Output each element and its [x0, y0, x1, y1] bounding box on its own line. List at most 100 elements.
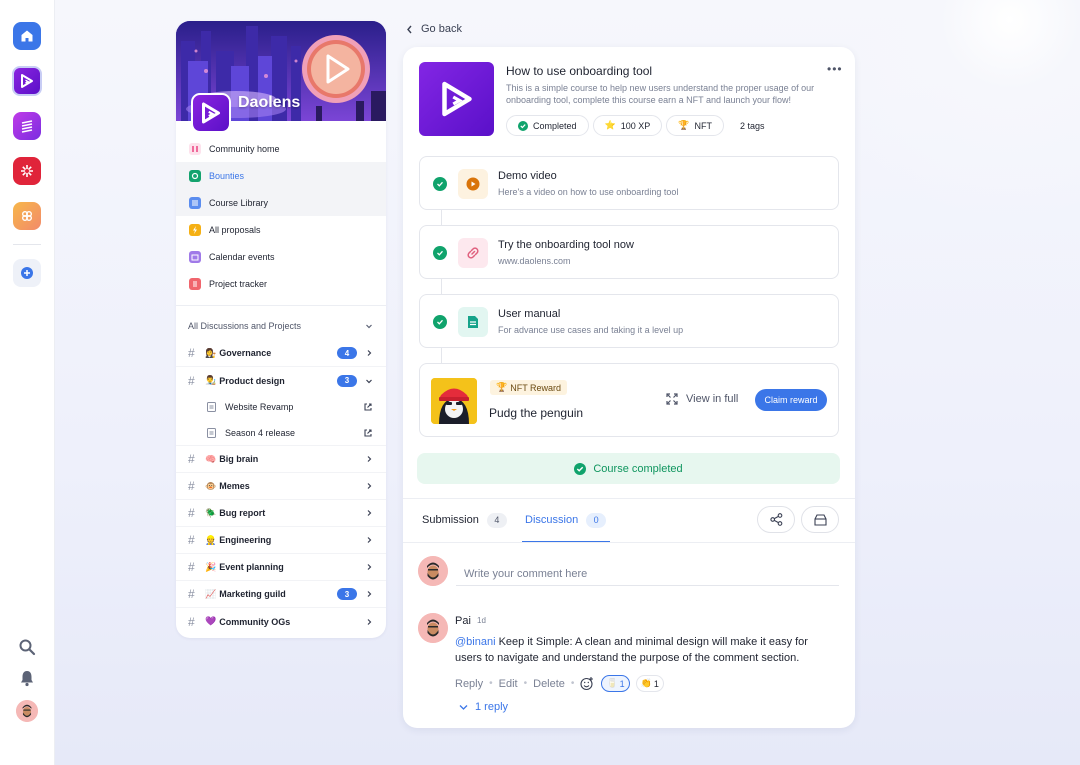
reply-button[interactable]: Reply	[455, 678, 483, 690]
delete-button[interactable]: Delete	[533, 678, 565, 690]
subpage-name: Season 4 release	[225, 427, 296, 438]
view-in-full-label: View in full	[686, 393, 739, 405]
reaction-milk[interactable]: 🥛 1	[601, 675, 630, 692]
reaction-count: 1	[653, 678, 659, 689]
hash-icon: #	[188, 560, 195, 574]
link-icon	[458, 238, 488, 268]
more-tags[interactable]: 2 tags	[728, 115, 777, 136]
channel-name: Bug report	[219, 508, 266, 518]
unread-badge: 3	[337, 374, 357, 387]
comment-timestamp: 1d	[477, 616, 486, 625]
check-circle-icon	[574, 462, 587, 475]
go-back-label: Go back	[421, 23, 462, 35]
menu-item-label: Course Library	[209, 197, 269, 208]
channel-engineering[interactable]: # 👷 Engineering	[176, 527, 386, 554]
chevron-left-icon	[407, 25, 412, 33]
subpage-name: Website Revamp	[225, 402, 294, 412]
menu-item-calendar-events[interactable]: Calendar events	[176, 243, 386, 270]
channel-marketing-guild[interactable]: # 📈 Marketing guild 3	[176, 581, 386, 608]
menu-item-all-proposals[interactable]: All proposals	[176, 216, 386, 243]
nft-image	[431, 378, 477, 424]
go-back-link[interactable]: Go back	[406, 23, 462, 35]
view-in-full-button[interactable]: View in full	[666, 393, 738, 405]
separator-dot: •	[523, 678, 528, 689]
channel-governance[interactable]: # 👩‍⚖️ Governance 4	[176, 340, 386, 367]
channel-big-brain[interactable]: # 🧠 Big brain	[176, 446, 386, 473]
discussions-section-header[interactable]: All Discussions and Projects	[176, 312, 386, 340]
hash-icon: #	[188, 506, 195, 520]
hash-icon: #	[188, 373, 195, 388]
tab-discussion[interactable]: Discussion 0	[525, 511, 607, 529]
comment-author[interactable]: Pai	[455, 615, 471, 627]
menu-item-course-library[interactable]: Course Library	[176, 189, 386, 216]
bell-icon[interactable]	[13, 664, 41, 692]
flower-community-icon[interactable]	[13, 202, 41, 230]
burst-community-icon[interactable]	[13, 157, 41, 185]
channel-bug-report[interactable]: # 🪲 Bug report	[176, 500, 386, 527]
view-replies-toggle[interactable]: 1 reply	[459, 701, 508, 713]
external-link-icon[interactable]	[363, 402, 373, 412]
menu-item-label: All proposals	[209, 224, 261, 235]
hash-icon: #	[188, 346, 195, 360]
more-options-icon[interactable]: •••	[827, 62, 843, 76]
community-name: Daolens	[238, 94, 301, 111]
tab-submission[interactable]: Submission 4	[422, 511, 507, 529]
add-community-button[interactable]	[13, 259, 41, 287]
step-subtitle: www.daolens.com	[498, 256, 571, 266]
separator-dot: •	[570, 678, 575, 689]
current-user-avatar	[418, 556, 448, 586]
external-link-icon[interactable]	[363, 428, 373, 438]
share-button[interactable]	[757, 506, 795, 533]
step-user-manual[interactable]: User manual For advance use cases and ta…	[419, 294, 839, 348]
channel-community-ogs[interactable]: # 💜 Community OGs	[176, 608, 386, 635]
trophy-icon: 🏆	[678, 120, 690, 130]
channel-memes[interactable]: # 🐵 Memes	[176, 473, 386, 500]
menu-item-project-tracker[interactable]: Project tracker	[176, 270, 386, 297]
hash-icon: #	[188, 587, 195, 601]
channel-name: Community OGs	[219, 616, 291, 627]
unread-badge: 4	[337, 347, 357, 359]
add-reaction-icon[interactable]	[580, 676, 595, 691]
layers-community-icon[interactable]	[13, 112, 41, 140]
tracker-icon	[189, 277, 201, 290]
step-title: User manual	[498, 308, 561, 320]
home-icon[interactable]	[13, 22, 41, 50]
tab-count: 4	[486, 512, 507, 528]
search-icon[interactable]	[13, 633, 41, 661]
replies-count-label: 1 reply	[475, 701, 509, 713]
course-completed-banner: Course completed	[417, 453, 840, 484]
comment-text: Keep it Simple: A clean and minimal desi…	[455, 636, 808, 664]
play-icon	[458, 169, 488, 199]
channel-event-planning[interactable]: # 🎉 Event planning	[176, 554, 386, 581]
subpage-website-revamp[interactable]: Website Revamp	[176, 394, 386, 420]
divider	[403, 542, 855, 543]
step-try-tool[interactable]: Try the onboarding tool now www.daolens.…	[419, 225, 839, 279]
comment-input[interactable]	[456, 562, 839, 586]
comment-author-avatar[interactable]	[418, 613, 448, 643]
status-tag: Completed	[506, 115, 589, 136]
daolens-community-icon[interactable]	[12, 66, 42, 96]
channel-emoji: 🐵	[205, 480, 217, 491]
channel-emoji: 👷	[205, 534, 217, 545]
tab-count: 0	[586, 512, 607, 528]
lightning-icon	[189, 223, 201, 236]
chevron-right-icon	[367, 456, 372, 462]
step-title: Try the onboarding tool now	[498, 239, 634, 251]
app-rail	[0, 0, 55, 765]
reaction-clap[interactable]: 👏 1	[635, 675, 664, 692]
course-tags: Completed ⭐ 100 XP 🏆 NFT 2 tags	[506, 115, 777, 136]
channel-product-design[interactable]: # 👨‍🎨 Product design 3	[176, 367, 386, 394]
subpage-season-4-release[interactable]: Season 4 release	[176, 420, 386, 446]
user-mention[interactable]: @binani	[455, 636, 496, 648]
community-logo	[191, 93, 231, 133]
menu-item-bounties[interactable]: Bounties	[176, 162, 386, 189]
star-icon: ⭐	[604, 120, 616, 130]
xp-label: 100 XP	[620, 120, 651, 131]
divider	[176, 305, 386, 306]
edit-button[interactable]: Edit	[499, 678, 518, 690]
archive-button[interactable]	[801, 506, 839, 533]
menu-item-community-home[interactable]: Community home	[176, 135, 386, 162]
user-avatar[interactable]	[16, 700, 38, 722]
claim-reward-button[interactable]: Claim reward	[755, 389, 827, 411]
step-demo-video[interactable]: Demo video Here's a video on how to use …	[419, 156, 839, 210]
